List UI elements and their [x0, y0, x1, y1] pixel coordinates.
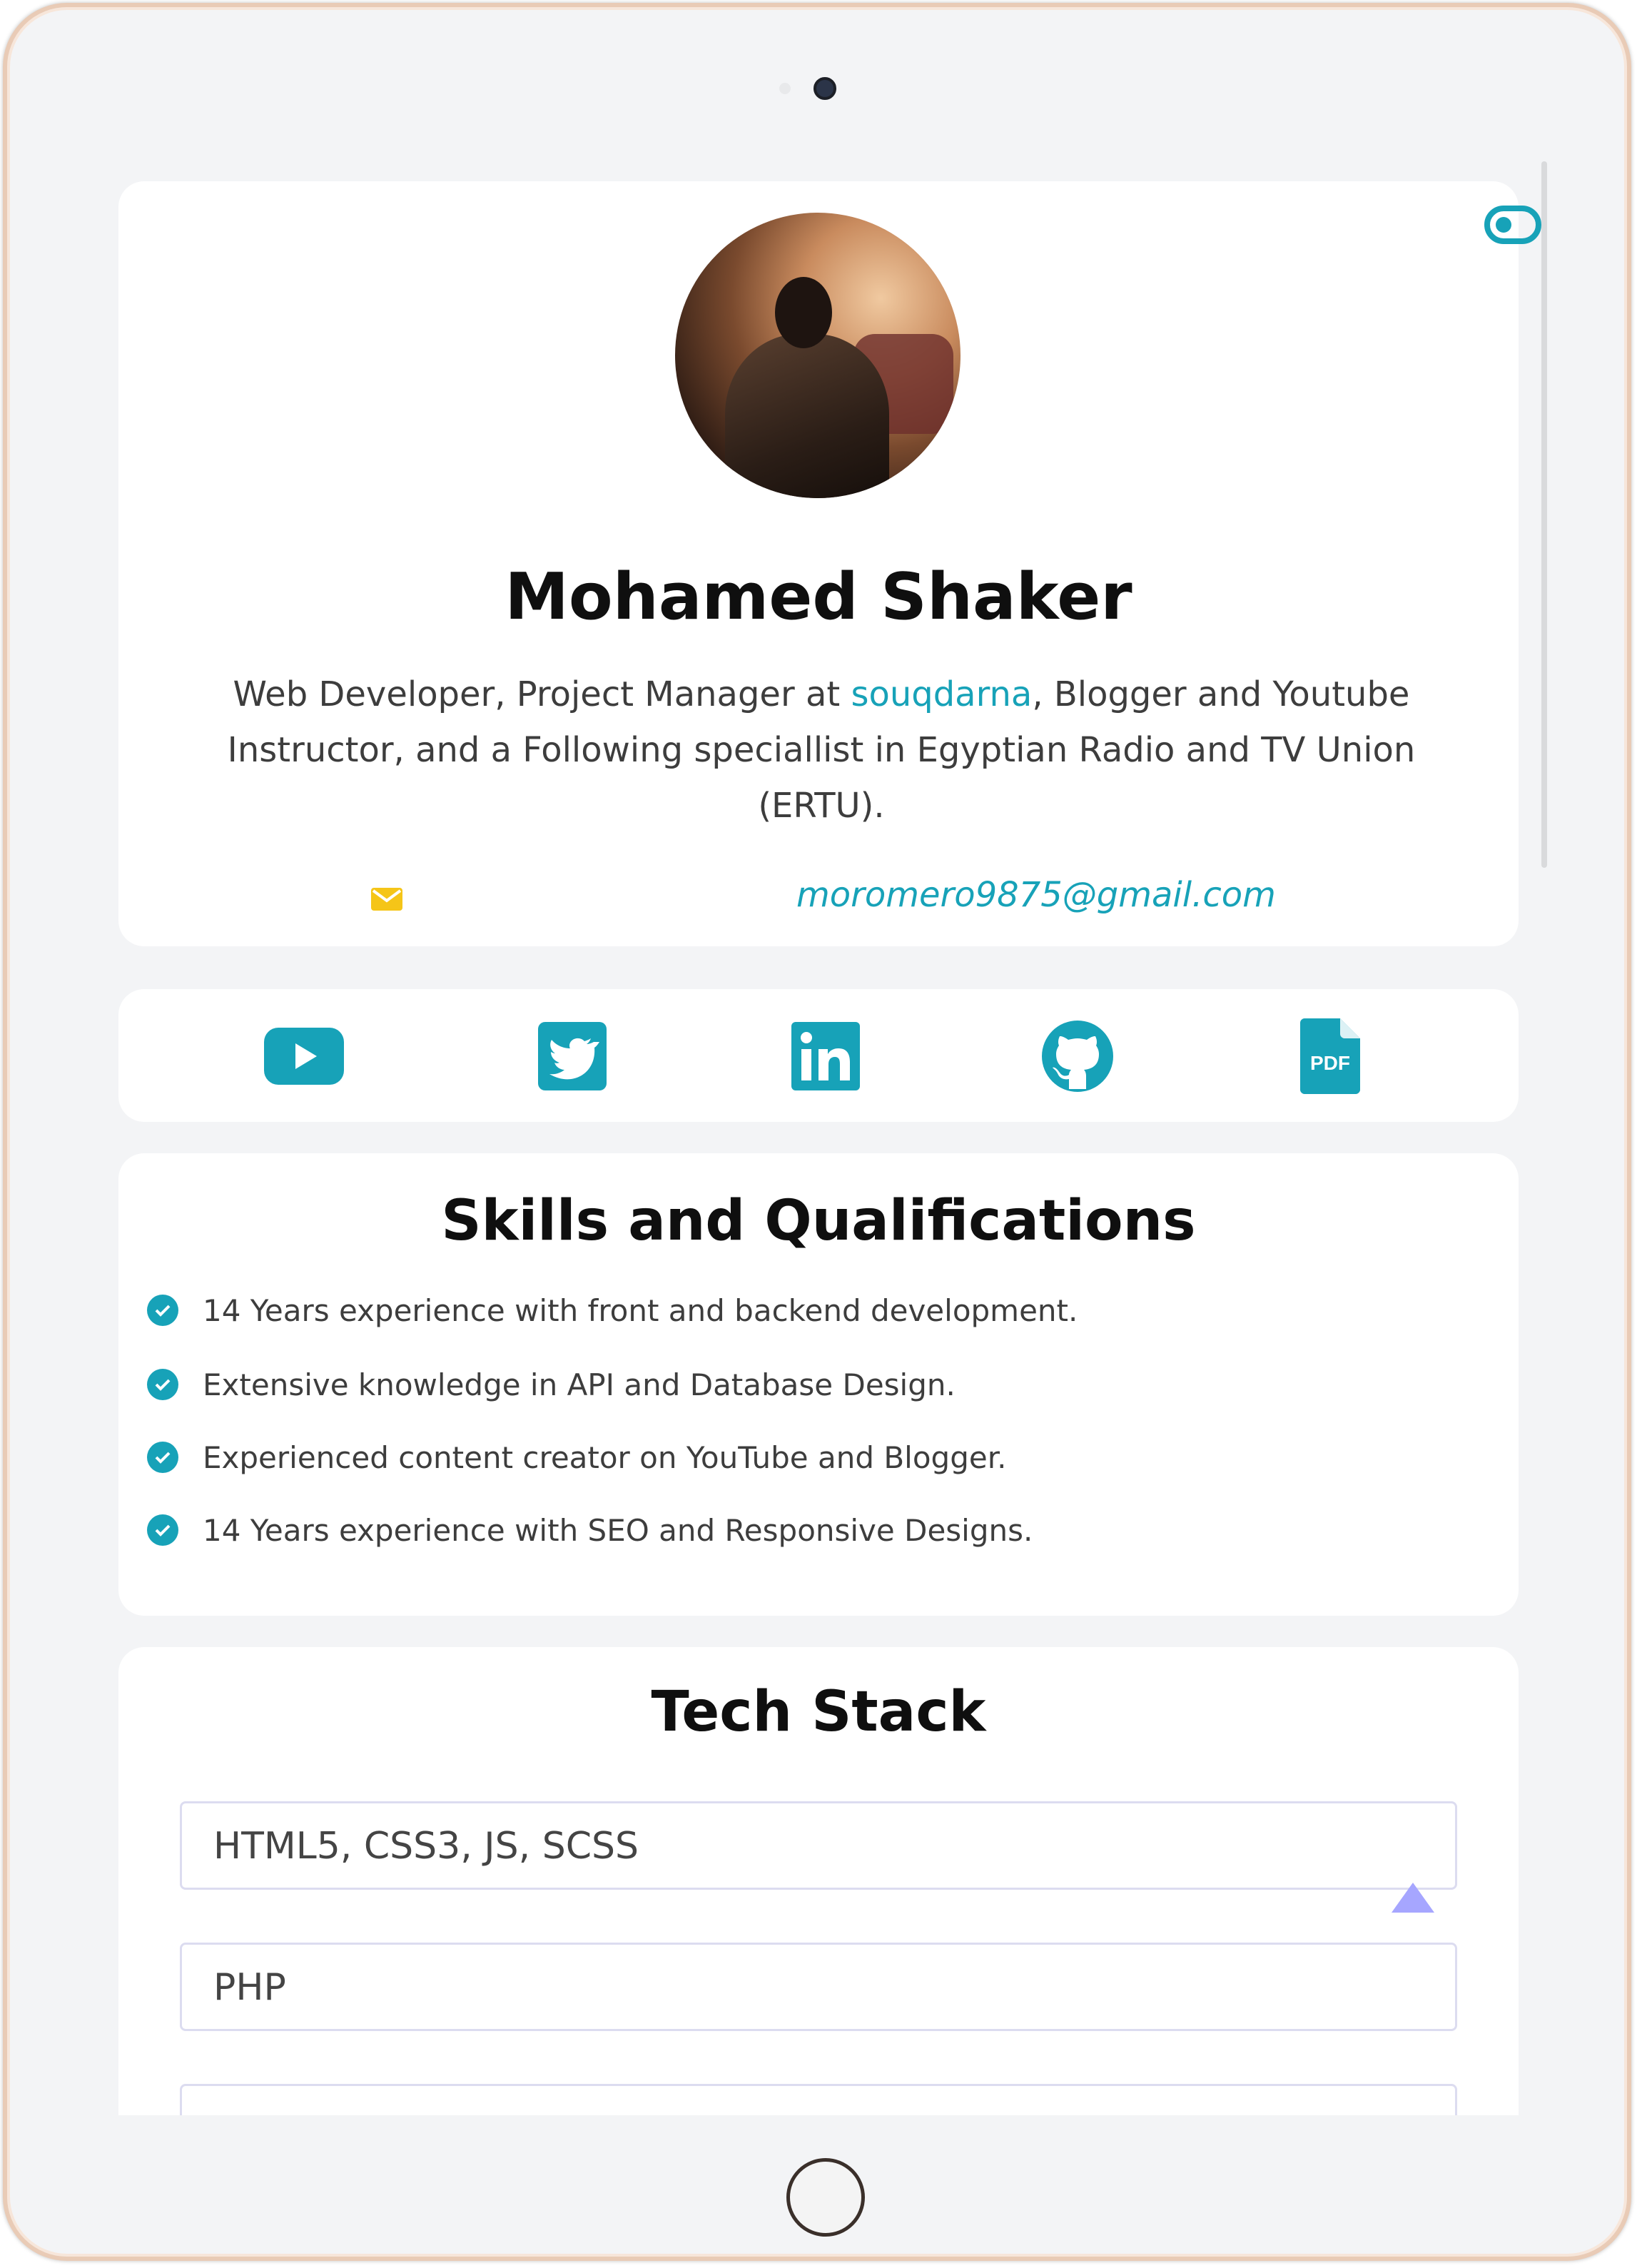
envelope-icon: [371, 888, 402, 911]
skill-text: Extensive knowledge in API and Database …: [203, 1367, 956, 1402]
resume-pdf-link[interactable]: PDF: [1290, 1016, 1370, 1096]
screen: Mohamed Shaker Web Developer, Project Ma…: [80, 154, 1553, 2115]
home-button[interactable]: [786, 2158, 865, 2237]
twitter-link[interactable]: [532, 1016, 612, 1096]
social-card: PDF: [118, 989, 1519, 1122]
avatar: [675, 213, 961, 498]
check-circle-icon: [147, 1514, 178, 1546]
check-circle-icon: [147, 1369, 178, 1400]
profile-bio: Web Developer, Project Manager at souqda…: [218, 667, 1424, 834]
pdf-icon: PDF: [1300, 1018, 1360, 1094]
linkedin-icon: [791, 1022, 860, 1090]
skills-card: Skills and Qualifications 14 Years exper…: [118, 1153, 1519, 1616]
scroll-to-top-icon[interactable]: [1392, 1883, 1434, 1913]
linkedin-link[interactable]: [786, 1016, 866, 1096]
profile-card: Mohamed Shaker Web Developer, Project Ma…: [118, 181, 1541, 946]
tech-stack-item: [180, 2084, 1457, 2115]
skill-text: 14 Years experience with front and backe…: [203, 1292, 1078, 1328]
bio-text-1: Web Developer, Project Manager at: [233, 674, 851, 714]
skill-item: 14 Years experience with SEO and Respons…: [147, 1509, 1033, 1551]
toggle-knob: [1496, 217, 1511, 233]
check-circle-icon: [147, 1295, 178, 1326]
tech-stack-text: PHP: [213, 1966, 286, 2009]
github-icon: [1042, 1021, 1113, 1092]
tech-stack-item: HTML5, CSS3, JS, SCSS: [180, 1801, 1457, 1890]
email-link[interactable]: moromero9875@gmail.com: [796, 875, 1276, 915]
check-circle-icon: [147, 1442, 178, 1473]
souqdarna-link[interactable]: souqdarna: [851, 674, 1032, 714]
skill-item: Experienced content creator on YouTube a…: [147, 1436, 1006, 1479]
github-link[interactable]: [1038, 1016, 1117, 1096]
scrollbar[interactable]: [1541, 161, 1547, 868]
skill-text: 14 Years experience with SEO and Respons…: [203, 1512, 1033, 1548]
profile-name: Mohamed Shaker: [505, 560, 1132, 634]
tech-stack-item: PHP: [180, 1943, 1457, 2031]
sensor-dot: [779, 83, 791, 94]
front-camera: [814, 77, 836, 100]
skill-item: 14 Years experience with front and backe…: [147, 1289, 1078, 1332]
twitter-icon: [538, 1022, 607, 1090]
skill-text: Experienced content creator on YouTube a…: [203, 1439, 1007, 1475]
theme-toggle[interactable]: [1484, 206, 1541, 244]
youtube-link[interactable]: [264, 1016, 344, 1096]
tech-stack-title: Tech Stack: [651, 1680, 986, 1744]
skill-item: Extensive knowledge in API and Database …: [147, 1363, 956, 1406]
tech-stack-text: HTML5, CSS3, JS, SCSS: [213, 1825, 639, 1868]
pdf-label: PDF: [1310, 1052, 1350, 1074]
skills-title: Skills and Qualifications: [441, 1189, 1196, 1253]
tech-stack-card: Tech Stack HTML5, CSS3, JS, SCSS PHP: [118, 1647, 1519, 2115]
youtube-icon: [264, 1028, 344, 1085]
